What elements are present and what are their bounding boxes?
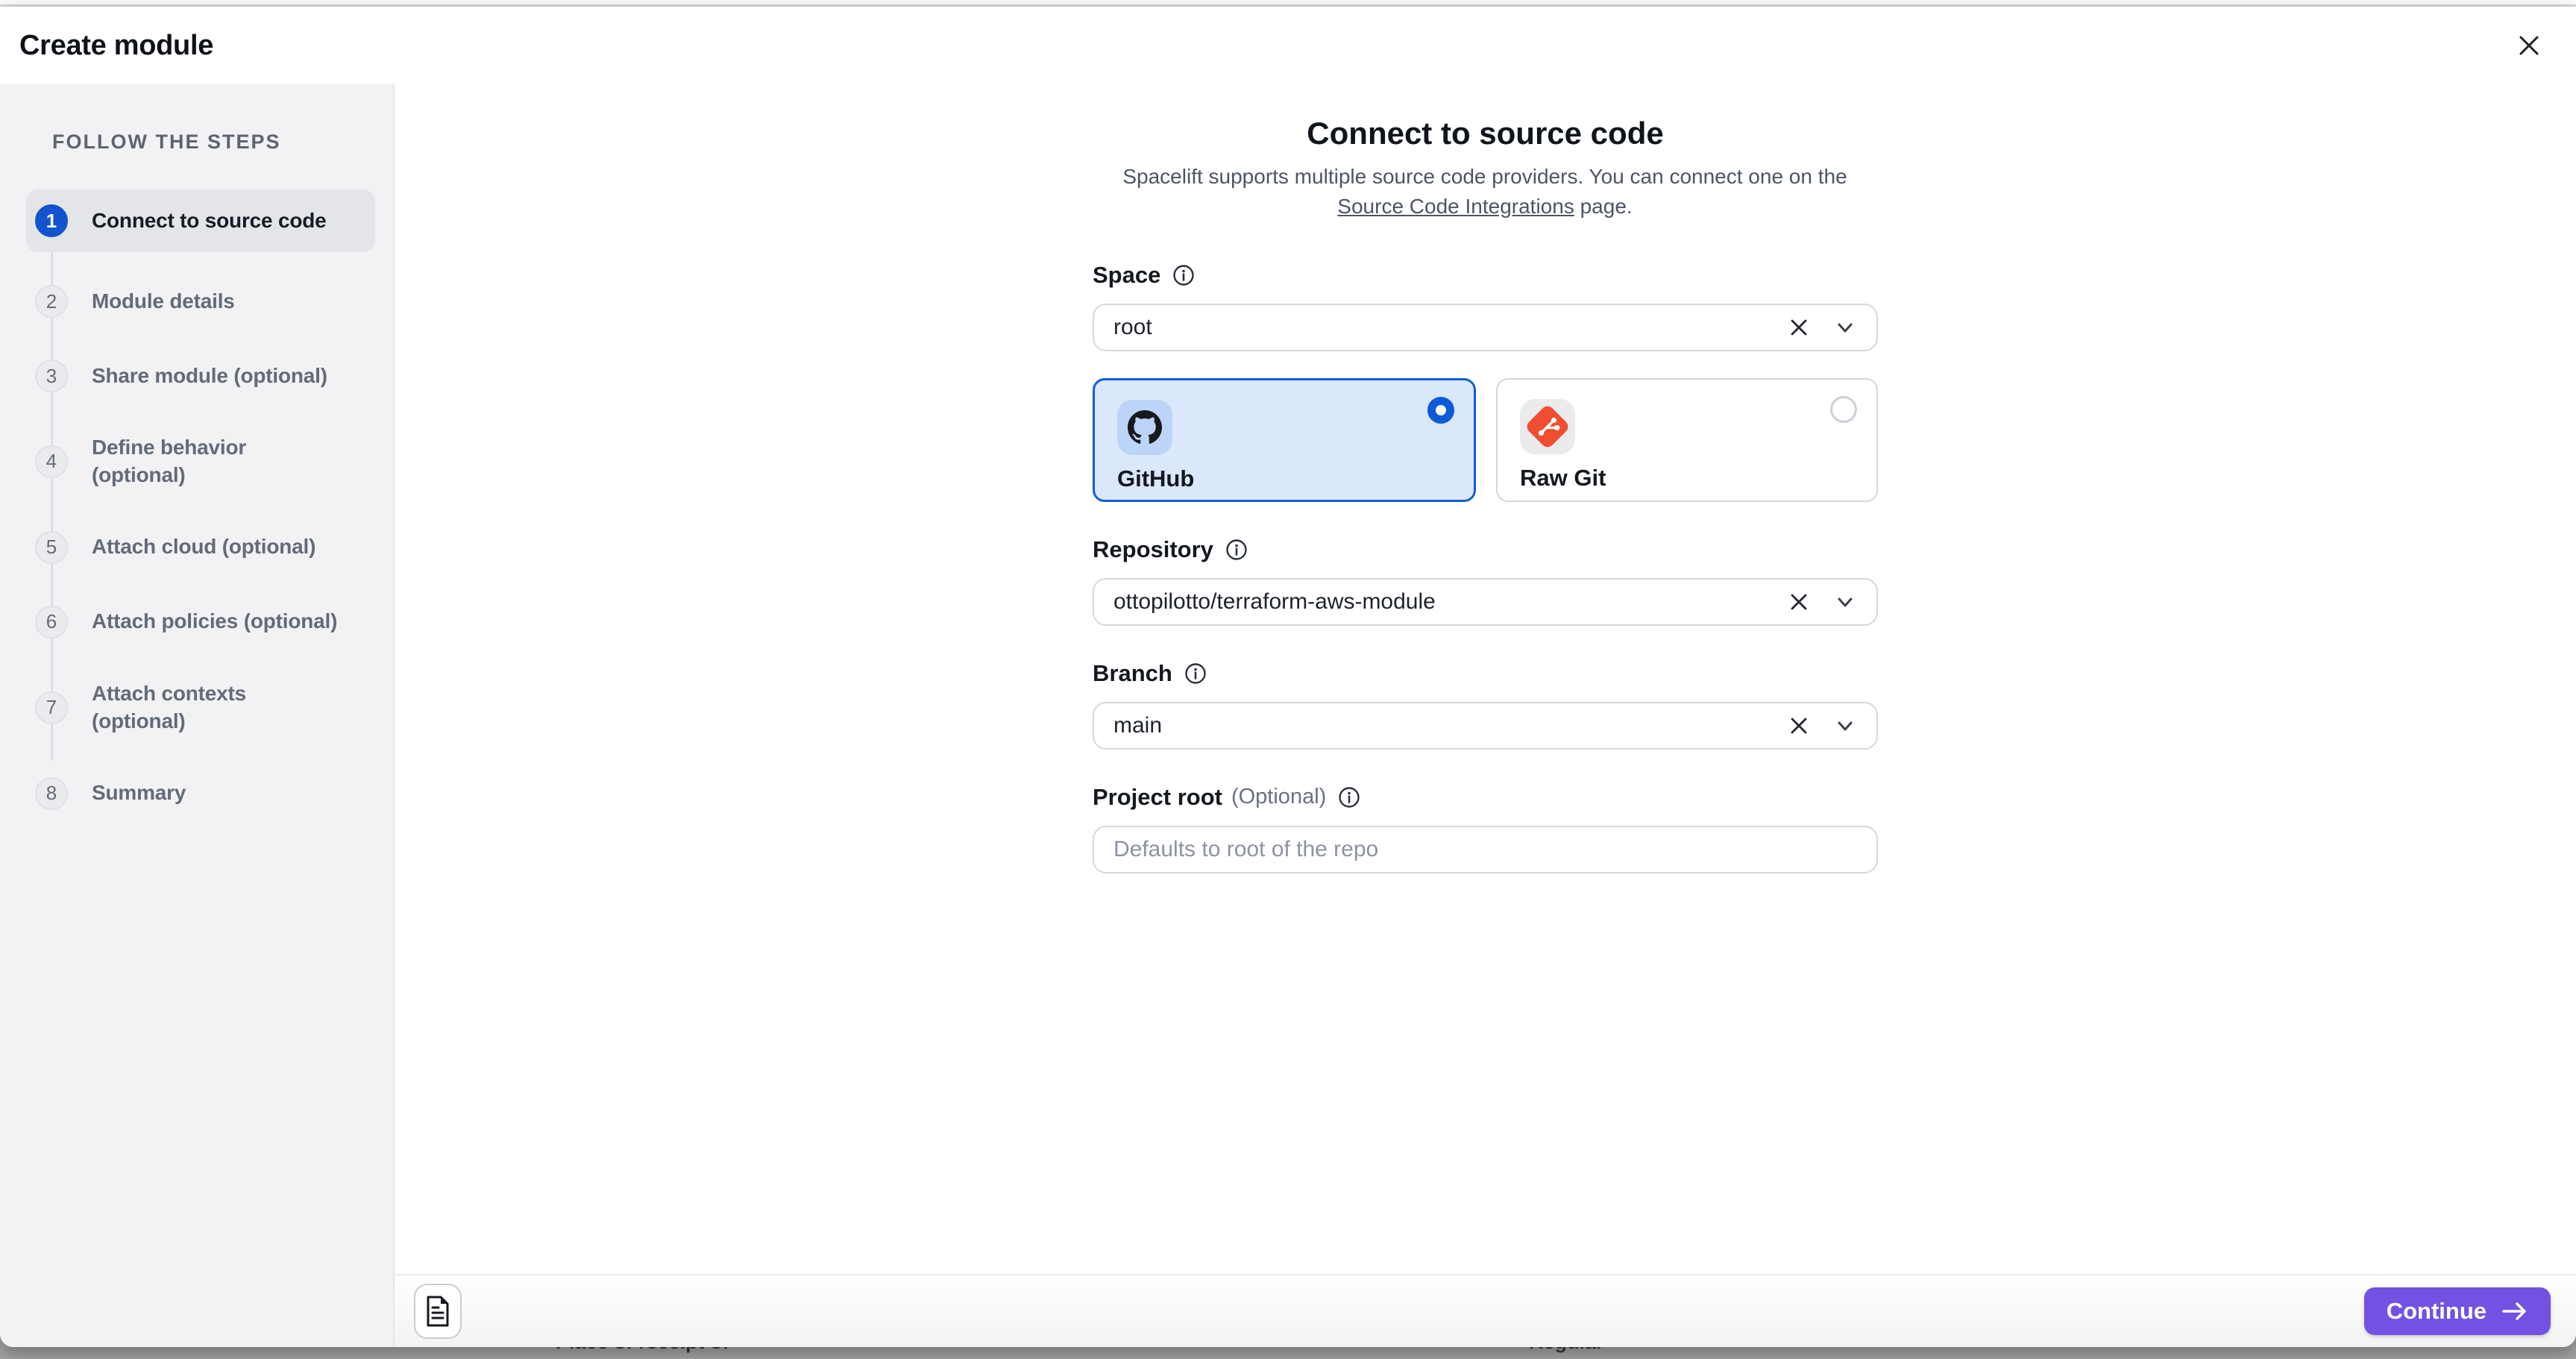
- git-icon: [1520, 399, 1575, 454]
- step-item-connect-to-source-code[interactable]: 1 Connect to source code: [26, 189, 375, 252]
- info-icon[interactable]: [1225, 539, 1248, 561]
- modal-body: FOLLOW THE STEPS 1 Connect to source cod…: [0, 84, 2576, 1347]
- step-item-attach-cloud[interactable]: 5 Attach cloud (optional): [26, 531, 375, 564]
- provider-label: GitHub: [1117, 465, 1474, 492]
- modal-header: Create module: [0, 7, 2576, 84]
- close-button[interactable]: [2509, 25, 2549, 66]
- step-item-define-behavior[interactable]: 4 Define behavior (optional): [26, 434, 375, 489]
- provider-card-github[interactable]: GitHub: [1093, 378, 1476, 502]
- step-label: Define behavior (optional): [92, 434, 246, 489]
- step-label: Attach cloud (optional): [92, 533, 315, 561]
- page-subtitle: Spacelift supports multiple source code …: [1052, 162, 1917, 222]
- info-icon[interactable]: [1338, 786, 1360, 809]
- optional-tag: (Optional): [1231, 785, 1326, 809]
- modal-title: Create module: [19, 30, 213, 62]
- sidebar-heading: FOLLOW THE STEPS: [52, 131, 393, 154]
- step-number-badge: 8: [35, 777, 68, 810]
- step-number-badge: 7: [35, 691, 68, 724]
- steps-sidebar: FOLLOW THE STEPS 1 Connect to source cod…: [0, 84, 395, 1347]
- info-icon[interactable]: [1184, 662, 1207, 685]
- clear-icon[interactable]: [1787, 714, 1811, 738]
- chevron-down-icon[interactable]: [1833, 714, 1857, 738]
- clear-icon[interactable]: [1787, 590, 1811, 614]
- step-number-badge: 1: [35, 204, 68, 237]
- radio-unselected-icon[interactable]: [1830, 396, 1857, 423]
- step-item-share-module[interactable]: 3 Share module (optional): [26, 360, 375, 392]
- modal-footer: Continue: [395, 1274, 2576, 1347]
- subtitle-suffix: page.: [1574, 195, 1633, 218]
- provider-options: GitHub: [1093, 378, 1878, 502]
- continue-label: Continue: [2387, 1298, 2487, 1325]
- steps-list: 1 Connect to source code 2 Module detail…: [0, 189, 393, 810]
- repository-label: Repository: [1093, 536, 1213, 563]
- continue-button[interactable]: Continue: [2364, 1287, 2551, 1335]
- documentation-button[interactable]: [414, 1284, 462, 1339]
- branch-select-value: main: [1113, 713, 1162, 738]
- branch-label: Branch: [1093, 660, 1172, 687]
- space-label: Space: [1093, 262, 1160, 289]
- step-item-attach-policies[interactable]: 6 Attach policies (optional): [26, 606, 375, 638]
- step-item-summary[interactable]: 8 Summary: [26, 777, 375, 810]
- step-number-badge: 3: [35, 360, 68, 392]
- clear-icon[interactable]: [1787, 316, 1811, 339]
- chevron-down-icon[interactable]: [1833, 316, 1857, 339]
- step-number-badge: 2: [35, 285, 68, 318]
- project-root-label: Project root: [1093, 784, 1222, 811]
- close-icon: [2515, 31, 2543, 60]
- repository-select[interactable]: ottopilotto/terraform-aws-module: [1093, 578, 1878, 626]
- chevron-down-icon[interactable]: [1833, 590, 1857, 614]
- step-label: Attach contexts (optional): [92, 680, 246, 735]
- step-content: Connect to source code Spacelift support…: [395, 84, 2576, 1274]
- main-panel: Connect to source code Spacelift support…: [395, 84, 2576, 1347]
- step-label: Summary: [92, 779, 186, 807]
- github-icon: [1117, 400, 1172, 455]
- step-number-badge: 4: [35, 445, 68, 478]
- step-item-attach-contexts[interactable]: 7 Attach contexts (optional): [26, 680, 375, 735]
- subtitle-text: Spacelift supports multiple source code …: [1122, 165, 1847, 188]
- radio-selected-icon[interactable]: [1427, 397, 1454, 424]
- page-title: Connect to source code: [1093, 116, 1878, 151]
- step-number-badge: 6: [35, 606, 68, 638]
- space-select[interactable]: root: [1093, 304, 1878, 351]
- step-label: Share module (optional): [92, 362, 327, 390]
- document-icon: [424, 1295, 451, 1328]
- branch-select[interactable]: main: [1093, 702, 1878, 750]
- provider-label: Raw Git: [1520, 465, 1876, 492]
- repository-select-value: ottopilotto/terraform-aws-module: [1113, 589, 1436, 615]
- source-code-integrations-link[interactable]: Source Code Integrations: [1337, 195, 1574, 218]
- arrow-right-icon: [2501, 1301, 2528, 1322]
- provider-card-raw-git[interactable]: Raw Git: [1496, 378, 1878, 502]
- project-root-input[interactable]: [1093, 826, 1878, 873]
- info-icon[interactable]: [1172, 264, 1195, 286]
- step-item-module-details[interactable]: 2 Module details: [26, 285, 375, 318]
- step-number-badge: 5: [35, 531, 68, 564]
- step-label: Module details: [92, 288, 235, 316]
- step-label: Attach policies (optional): [92, 608, 337, 635]
- space-select-value: root: [1113, 315, 1152, 340]
- create-module-modal: Create module FOLLOW THE STEPS 1 Connect…: [0, 7, 2576, 1347]
- step-label: Connect to source code: [92, 207, 327, 235]
